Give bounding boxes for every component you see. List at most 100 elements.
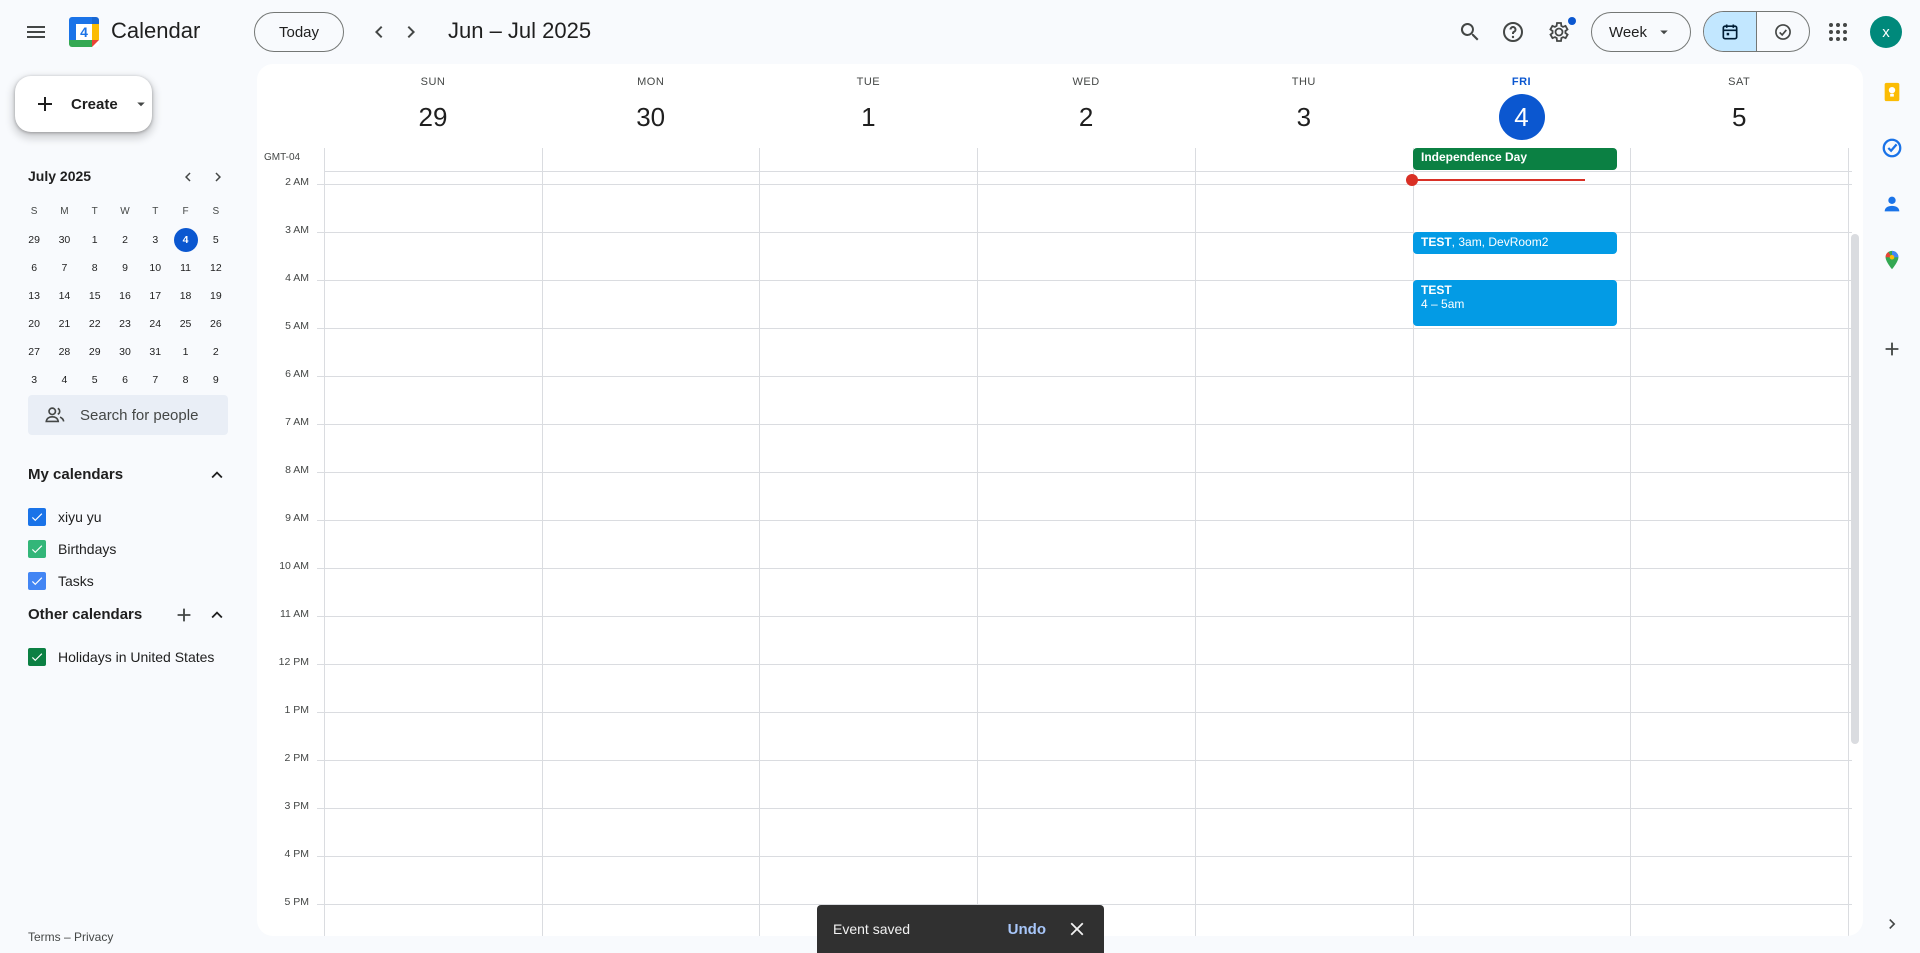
account-avatar[interactable]: x [1870, 16, 1902, 48]
day-number[interactable]: 1 [759, 102, 977, 133]
google-apps-button[interactable] [1818, 12, 1858, 52]
mini-calendar-day[interactable]: 14 [49, 284, 79, 308]
mini-calendar-day[interactable]: 19 [201, 284, 231, 308]
mini-calendar-day[interactable]: 9 [110, 256, 140, 280]
mini-calendar-day[interactable]: 29 [80, 340, 110, 364]
add-other-calendar-button[interactable] [168, 599, 200, 631]
mini-calendar-day[interactable]: 18 [170, 284, 200, 308]
mini-calendar-day[interactable]: 20 [19, 312, 49, 336]
scrollbar[interactable] [1851, 234, 1859, 744]
calendar-checkbox[interactable] [28, 648, 46, 666]
day-number[interactable]: 29 [324, 102, 542, 133]
day-header-sun[interactable]: SUN 29 [324, 64, 542, 148]
mini-calendar-day[interactable]: 7 [140, 368, 170, 392]
mini-calendar-day[interactable]: 3 [140, 228, 170, 252]
mini-calendar-day[interactable]: 1 [170, 340, 200, 364]
mini-calendar-day[interactable]: 30 [110, 340, 140, 364]
close-icon[interactable] [1066, 918, 1088, 940]
help-button[interactable] [1493, 12, 1533, 52]
search-button[interactable] [1450, 12, 1490, 52]
day-header-fri[interactable]: FRI 4 [1413, 64, 1631, 148]
mini-calendar-day[interactable]: 5 [201, 228, 231, 252]
mini-calendar-day[interactable]: 15 [80, 284, 110, 308]
day-column-divider [977, 148, 978, 936]
mini-calendar-day[interactable]: 28 [49, 340, 79, 364]
calendar-list-item[interactable]: Birthdays [28, 533, 116, 565]
main-menu-button[interactable] [16, 12, 56, 52]
mini-calendar-day[interactable]: 26 [201, 312, 231, 336]
mini-calendar-day[interactable]: 8 [170, 368, 200, 392]
calendar-list-item[interactable]: Tasks [28, 565, 116, 597]
terms-link[interactable]: Terms [28, 930, 61, 944]
get-addons-button[interactable] [1878, 335, 1906, 363]
keep-button[interactable] [1878, 78, 1906, 106]
privacy-link[interactable]: Privacy [74, 930, 113, 944]
day-number[interactable]: 4 [1413, 94, 1631, 140]
next-week-button[interactable] [391, 12, 431, 52]
day-header-wed[interactable]: WED 2 [977, 64, 1195, 148]
mini-calendar-day[interactable]: 24 [140, 312, 170, 336]
mini-calendar-day[interactable]: 16 [110, 284, 140, 308]
undo-button[interactable]: Undo [1008, 921, 1046, 938]
calendar-list-item[interactable]: Holidays in United States [28, 641, 214, 673]
day-number[interactable]: 5 [1630, 102, 1848, 133]
day-number[interactable]: 2 [977, 102, 1195, 133]
calendar-view-toggle[interactable] [1704, 12, 1757, 51]
show-side-panel-button[interactable] [1878, 910, 1906, 938]
today-button[interactable]: Today [254, 12, 344, 52]
mini-calendar-day[interactable]: 31 [140, 340, 170, 364]
other-calendars-collapse-button[interactable] [201, 599, 233, 631]
mini-calendar-day[interactable]: 6 [110, 368, 140, 392]
allday-event-independence-day[interactable]: Independence Day [1413, 148, 1617, 170]
people-icon [45, 407, 65, 423]
create-button[interactable]: Create [15, 76, 152, 132]
tasks-view-toggle[interactable] [1757, 12, 1809, 51]
mini-calendar-day[interactable]: 2 [201, 340, 231, 364]
day-header-mon[interactable]: MON 30 [542, 64, 760, 148]
mini-calendar-day[interactable]: 17 [140, 284, 170, 308]
mini-calendar-day[interactable]: 5 [80, 368, 110, 392]
calendar-checkbox[interactable] [28, 508, 46, 526]
tasks-button[interactable] [1878, 134, 1906, 162]
mini-calendar-day[interactable]: 22 [80, 312, 110, 336]
contacts-button[interactable] [1878, 190, 1906, 218]
mini-calendar-day[interactable]: 6 [19, 256, 49, 280]
other-calendars-list: Holidays in United States [28, 641, 214, 673]
people-search-field[interactable]: Search for people [28, 395, 228, 435]
calendar-logo[interactable]: 4 [68, 16, 100, 48]
day-header-sat[interactable]: SAT 5 [1630, 64, 1848, 148]
mini-calendar-day[interactable]: 13 [19, 284, 49, 308]
mini-calendar-day[interactable]: 27 [19, 340, 49, 364]
mini-calendar-day[interactable]: 10 [140, 256, 170, 280]
mini-calendar-day[interactable]: 2 [110, 228, 140, 252]
mini-calendar-day[interactable]: 25 [170, 312, 200, 336]
day-header-thu[interactable]: THU 3 [1195, 64, 1413, 148]
mini-calendar-day[interactable]: 12 [201, 256, 231, 280]
calendar-list-item[interactable]: xiyu yu [28, 501, 116, 533]
mini-calendar-day[interactable]: 3 [19, 368, 49, 392]
mini-calendar-day[interactable]: 23 [110, 312, 140, 336]
day-header-tue[interactable]: TUE 1 [759, 64, 977, 148]
calendar-checkbox[interactable] [28, 540, 46, 558]
mini-calendar-day[interactable]: 21 [49, 312, 79, 336]
mini-calendar-day[interactable]: 4 [49, 368, 79, 392]
view-switcher[interactable]: Week [1591, 12, 1691, 52]
mini-calendar-day[interactable]: 29 [19, 228, 49, 252]
mini-calendar-next-button[interactable] [203, 162, 233, 192]
event-test-3am[interactable]: TEST, 3am, DevRoom2 [1413, 232, 1617, 254]
mini-calendar-day[interactable]: 4 [170, 228, 200, 252]
day-number[interactable]: 3 [1195, 102, 1413, 133]
mini-calendar-day[interactable]: 8 [80, 256, 110, 280]
event-test-4am[interactable]: TEST 4 – 5am [1413, 280, 1617, 326]
settings-button[interactable] [1538, 12, 1578, 52]
mini-calendar-day[interactable]: 9 [201, 368, 231, 392]
calendar-checkbox[interactable] [28, 572, 46, 590]
mini-calendar-day[interactable]: 11 [170, 256, 200, 280]
day-number[interactable]: 30 [542, 102, 760, 133]
mini-calendar-day[interactable]: 30 [49, 228, 79, 252]
maps-button[interactable] [1878, 246, 1906, 274]
mini-calendar-day[interactable]: 7 [49, 256, 79, 280]
mini-calendar-day[interactable]: 1 [80, 228, 110, 252]
my-calendars-collapse-button[interactable] [201, 459, 233, 491]
mini-calendar-prev-button[interactable] [173, 162, 203, 192]
